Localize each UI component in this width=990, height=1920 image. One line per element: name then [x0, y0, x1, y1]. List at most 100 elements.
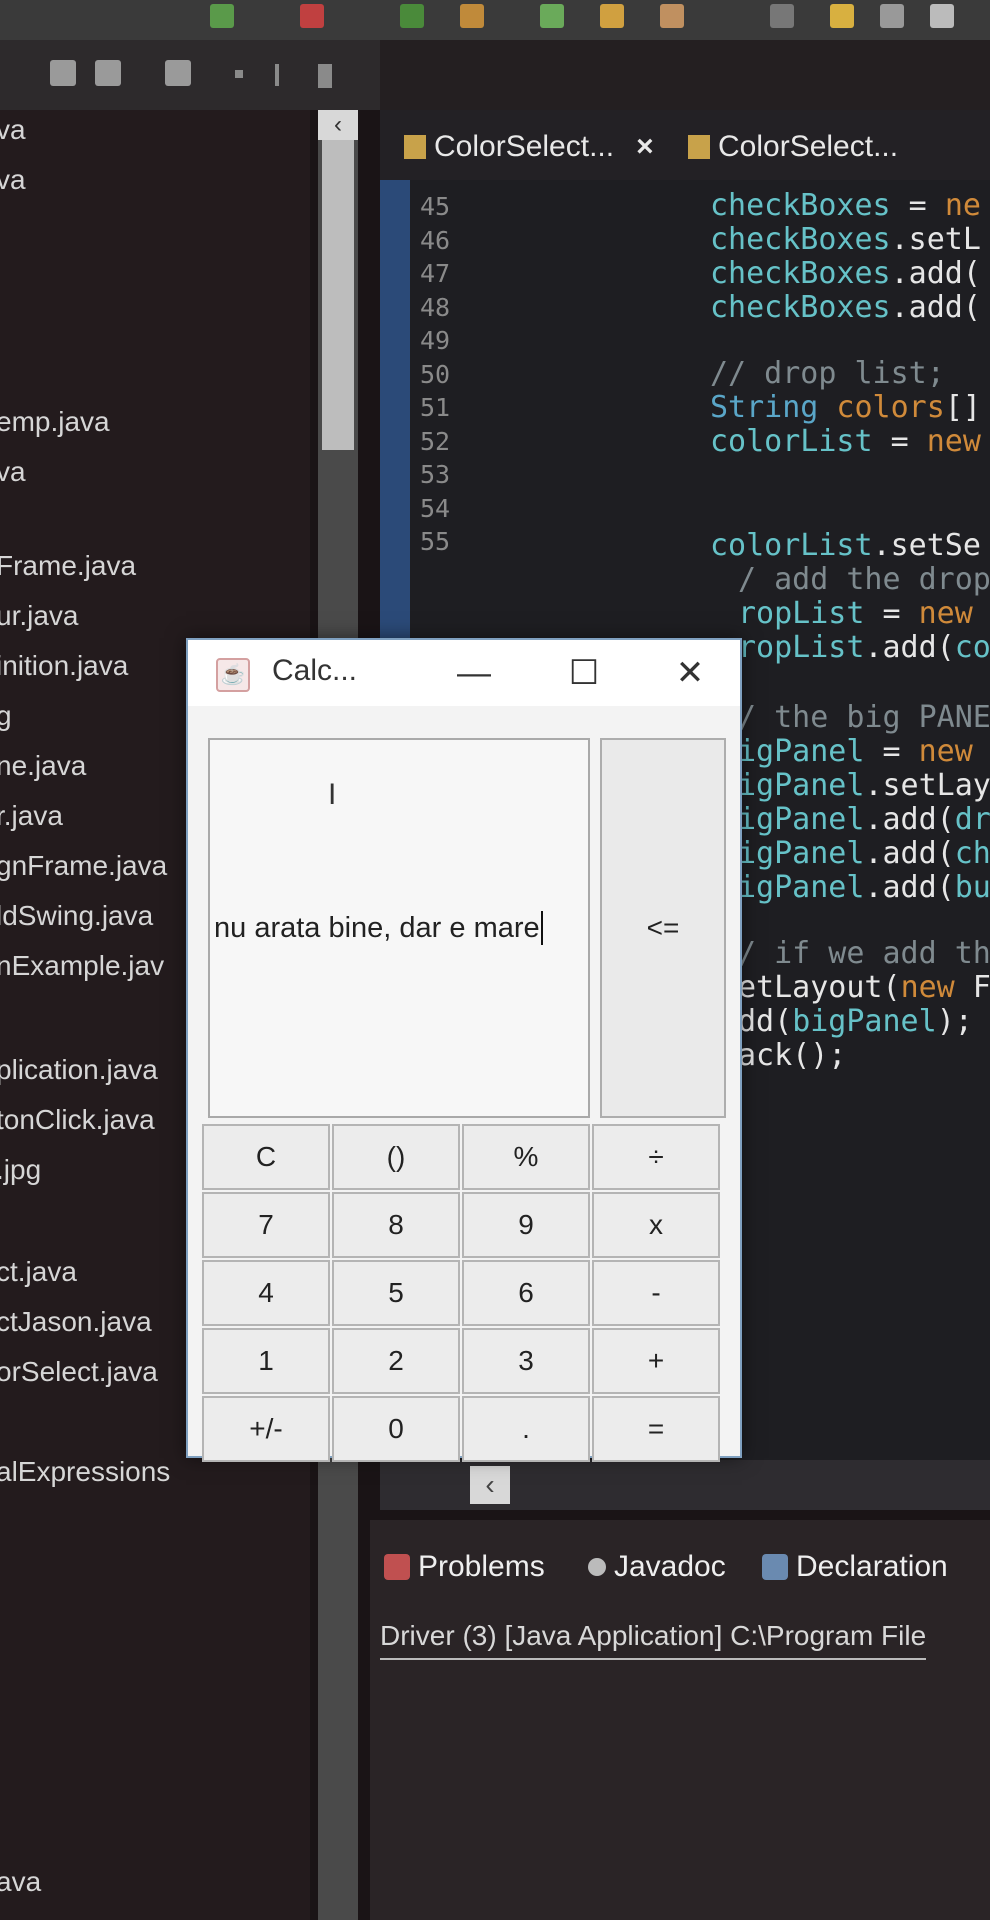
code-line[interactable]: dd(bigPanel);	[738, 1004, 973, 1039]
scrollbar-thumb[interactable]	[322, 140, 354, 450]
explorer-item[interactable]: gnFrame.java	[0, 850, 167, 882]
clear-button[interactable]: C	[202, 1124, 330, 1190]
link-editor-icon[interactable]	[95, 60, 121, 86]
explorer-item[interactable]: emp.java	[0, 406, 110, 438]
scroll-left-icon[interactable]: ‹	[470, 1466, 510, 1504]
line-number: 50	[420, 359, 451, 389]
java-file-icon	[404, 135, 426, 159]
editor-tab-active[interactable]: ColorSelect... ×	[404, 124, 654, 170]
pencil-icon[interactable]	[830, 4, 854, 28]
code-line[interactable]: // drop list;	[710, 356, 945, 391]
negate-button[interactable]: +/-	[202, 1396, 330, 1462]
close-tab-icon[interactable]: ×	[636, 130, 654, 164]
explorer-item[interactable]: va	[0, 456, 26, 488]
explorer-item[interactable]: inition.java	[0, 650, 128, 682]
explorer-item[interactable]: va	[0, 164, 26, 196]
digit-4-button[interactable]: 4	[202, 1260, 330, 1326]
tab-problems[interactable]: Problems	[384, 1550, 545, 1584]
maximize-button[interactable]: ☐	[544, 640, 624, 706]
explorer-item[interactable]: ava	[0, 1866, 41, 1898]
digit-0-button[interactable]: 0	[332, 1396, 460, 1462]
digit-1-button[interactable]: 1	[202, 1328, 330, 1394]
explorer-item[interactable]: ne.java	[0, 750, 86, 782]
code-line[interactable]: / add the drop	[738, 562, 990, 597]
code-line[interactable]: ropList = new	[738, 596, 973, 631]
code-line[interactable]: checkBoxes.add(	[710, 256, 981, 291]
explorer-item[interactable]: tonClick.java	[0, 1104, 155, 1136]
perspective-icon[interactable]	[880, 4, 904, 28]
explorer-item[interactable]: g	[0, 700, 12, 732]
scroll-left-icon[interactable]: ‹	[318, 110, 358, 140]
code-line[interactable]: checkBoxes = ne	[710, 188, 981, 223]
refresh-icon[interactable]	[540, 4, 564, 28]
explorer-item[interactable]: nExample.jav	[0, 950, 164, 982]
explorer-item[interactable]: ldSwing.java	[0, 900, 153, 932]
subtract-button[interactable]: -	[592, 1260, 720, 1326]
digit-2-button[interactable]: 2	[332, 1328, 460, 1394]
editor-tab[interactable]: ColorSelect...	[688, 124, 898, 170]
code-line[interactable]: etLayout(new F	[738, 970, 990, 1005]
code-line[interactable]: igPanel = new	[738, 734, 973, 769]
collapse-all-icon[interactable]	[50, 60, 76, 86]
digit-8-button[interactable]: 8	[332, 1192, 460, 1258]
java-perspective-icon[interactable]	[930, 4, 954, 28]
percent-button[interactable]: %	[462, 1124, 590, 1190]
code-line[interactable]: String colors[]	[710, 390, 981, 425]
decimal-button[interactable]: .	[462, 1396, 590, 1462]
code-line[interactable]: colorList = new	[710, 424, 981, 459]
code-line[interactable]: checkBoxes.add(	[710, 290, 981, 325]
filter-icon[interactable]	[165, 60, 191, 86]
code-line[interactable]: checkBoxes.setL	[710, 222, 981, 257]
code-line[interactable]: / the big PANE	[738, 700, 990, 735]
debug-icon[interactable]	[300, 4, 324, 28]
code-line[interactable]: igPanel.add(bu	[738, 870, 990, 905]
code-line[interactable]: colorList.setSe	[710, 528, 981, 563]
digit-3-button[interactable]: 3	[462, 1328, 590, 1394]
code-line[interactable]: ack();	[738, 1038, 846, 1073]
code-line[interactable]: igPanel.setLay	[738, 768, 990, 803]
explorer-item[interactable]: Frame.java	[0, 550, 136, 582]
explorer-item[interactable]: orSelect.java	[0, 1356, 158, 1388]
new-icon[interactable]	[210, 4, 234, 28]
add-button[interactable]: +	[592, 1328, 720, 1394]
explorer-item[interactable]: alExpressions	[0, 1456, 170, 1488]
close-button[interactable]: ✕	[650, 640, 730, 706]
editor-horizontal-scrollbar[interactable]: ‹	[380, 1460, 990, 1510]
open-folder-icon[interactable]	[600, 4, 624, 28]
equals-button[interactable]: =	[592, 1396, 720, 1462]
divide-button[interactable]: ÷	[592, 1124, 720, 1190]
parentheses-button[interactable]: ()	[332, 1124, 460, 1190]
digit-9-button[interactable]: 9	[462, 1192, 590, 1258]
digit-7-button[interactable]: 7	[202, 1192, 330, 1258]
window-titlebar[interactable]: ☕ Calc... — ☐ ✕	[188, 640, 740, 706]
calculator-display[interactable]: nu arata bine, dar e mare	[208, 738, 590, 1118]
search-icon[interactable]	[770, 4, 794, 28]
tab-javadoc[interactable]: Javadoc	[588, 1550, 726, 1584]
digit-5-button[interactable]: 5	[332, 1260, 460, 1326]
explorer-item[interactable]: .jpg	[0, 1154, 41, 1186]
explorer-item[interactable]: ur.java	[0, 600, 79, 632]
tab-label: ColorSelect...	[718, 130, 899, 163]
maximize-view-icon[interactable]	[318, 64, 332, 88]
minimize-view-icon[interactable]	[275, 64, 279, 86]
explorer-item[interactable]: r.java	[0, 800, 63, 832]
code-line[interactable]: / if we add th	[738, 936, 990, 971]
code-token: .setSe	[872, 528, 981, 563]
multiply-button[interactable]: x	[592, 1192, 720, 1258]
backspace-button[interactable]: <=	[600, 738, 726, 1118]
code-token: .add(	[864, 802, 955, 837]
view-menu-icon[interactable]	[235, 70, 243, 78]
tab-declaration[interactable]: Declaration	[762, 1550, 948, 1584]
explorer-item[interactable]: va	[0, 114, 26, 146]
minimize-button[interactable]: —	[434, 640, 514, 706]
explorer-item[interactable]: ctJason.java	[0, 1306, 152, 1338]
explorer-item[interactable]: plication.java	[0, 1054, 158, 1086]
package-icon[interactable]	[460, 4, 484, 28]
explorer-item[interactable]: ct.java	[0, 1256, 77, 1288]
code-line[interactable]: ropList.add(co	[738, 630, 990, 665]
run-icon[interactable]	[400, 4, 424, 28]
digit-6-button[interactable]: 6	[462, 1260, 590, 1326]
code-line[interactable]: igPanel.add(ch	[738, 836, 990, 871]
code-line[interactable]: igPanel.add(dr	[738, 802, 990, 837]
edit-icon[interactable]	[660, 4, 684, 28]
